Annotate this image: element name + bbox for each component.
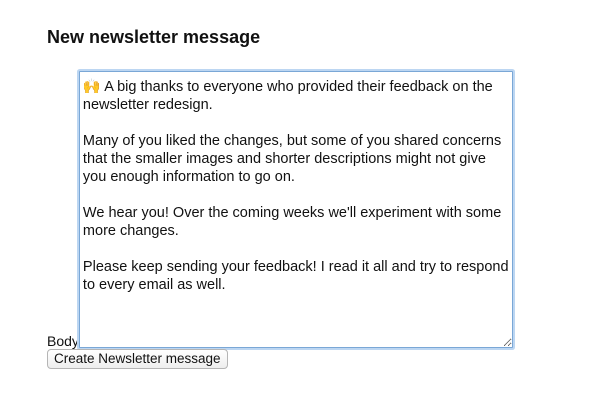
page-title: New newsletter message (47, 27, 261, 47)
body-field-row: Body 🙌 A big thanks to everyone who prov… (47, 71, 513, 348)
body-textarea[interactable]: 🙌 A big thanks to everyone who provided … (78, 71, 513, 348)
newsletter-form-page: New newsletter message Body 🙌 A big than… (0, 0, 600, 415)
create-newsletter-message-button[interactable]: Create Newsletter message (47, 349, 228, 369)
body-label: Body (47, 333, 79, 349)
